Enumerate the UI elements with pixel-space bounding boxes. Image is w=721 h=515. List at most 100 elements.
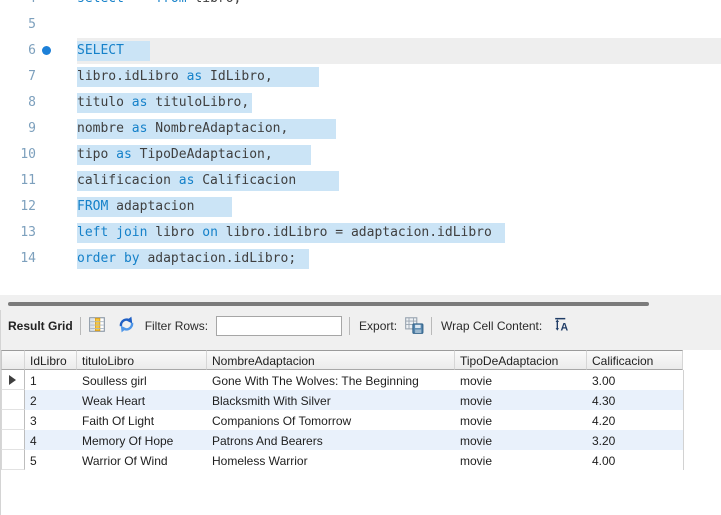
cell-TipoDeAdaptacion[interactable]: movie (455, 390, 587, 410)
result-grid-title: Result Grid (8, 319, 73, 333)
code-line-12[interactable]: 12FROM adaptacion (0, 194, 721, 220)
selected-text: SELECT (77, 41, 150, 61)
cell-tituloLibro[interactable]: Weak Heart (77, 390, 207, 410)
cell-IdLibro[interactable]: 3 (25, 410, 77, 430)
editor-gutter: 6 (0, 38, 55, 64)
code-line-6[interactable]: 6 SELECT (0, 38, 721, 64)
editor-gutter: 8 (0, 90, 55, 116)
line-number: 9 (0, 116, 36, 142)
code-line-5[interactable]: 5 (0, 12, 721, 38)
mysql-workbench-sql-editor-panel: 4select * from libro;56SELECT7libro.idLi… (0, 0, 721, 515)
cell-tituloLibro[interactable]: Warrior Of Wind (77, 450, 207, 470)
filter-rows-label: Filter Rows: (145, 319, 208, 333)
row-selector-cell[interactable] (1, 390, 25, 410)
cell-Calificacion[interactable]: 3.00 (587, 370, 683, 390)
code-line-14[interactable]: 14 order by adaptacion.idLibro; (0, 246, 721, 272)
code-lines: 4select * from libro;56 SELECT 7 libro.idLi… (0, 0, 721, 272)
code-line-13[interactable]: 13 left join libro on libro.idLibro = ada… (0, 220, 721, 246)
editor-gutter: 11 (0, 168, 55, 194)
toolbar-separator (431, 317, 432, 335)
svg-text:A: A (561, 321, 569, 333)
refresh-icon[interactable] (118, 316, 135, 336)
line-number: 10 (0, 142, 36, 168)
editor-gutter: 14 (0, 246, 55, 272)
toolbar-separator (349, 317, 350, 335)
selected-text: left join libro on libro.idLibro = adapt… (77, 223, 505, 243)
code-line-4[interactable]: 4select * from libro; (0, 0, 721, 12)
line-number: 11 (0, 168, 36, 194)
selected-text: order by adaptacion.idLibro; (77, 249, 309, 269)
filter-rows-input[interactable] (216, 316, 342, 336)
cell-Calificacion[interactable]: 4.20 (587, 410, 683, 430)
cell-NombreAdaptacion[interactable]: Companions Of Tomorrow (207, 410, 455, 430)
cell-IdLibro[interactable]: 1 (25, 370, 77, 390)
column-header-NombreAdaptacion[interactable]: NombreAdaptacion (207, 350, 455, 370)
code-line-7[interactable]: 7 libro.idLibro as IdLibro, (0, 64, 721, 90)
selected-text: libro.idLibro as IdLibro, (77, 67, 319, 87)
editor-gutter: 10 (0, 142, 55, 168)
cell-Calificacion[interactable]: 4.30 (587, 390, 683, 410)
code-line-10[interactable]: 10 tipo as TipoDeAdaptacion, (0, 142, 721, 168)
result-panel-header: Result Grid Filter Rows: (0, 295, 721, 350)
export-grid-save-icon[interactable] (404, 316, 424, 337)
cell-NombreAdaptacion[interactable]: Homeless Warrior (207, 450, 455, 470)
cell-TipoDeAdaptacion[interactable]: movie (455, 370, 587, 390)
table-row-2: 2Weak HeartBlacksmith With Silvermovie4.… (1, 390, 684, 410)
line-number: 14 (0, 246, 36, 272)
result-grid-body: 1Soulless girlGone With The Wolves: The … (1, 370, 684, 470)
panel-left-border (0, 310, 1, 515)
table-row-1: 1Soulless girlGone With The Wolves: The … (1, 370, 684, 390)
line-number: 5 (0, 12, 36, 38)
editor-gutter: 7 (0, 64, 55, 90)
cell-IdLibro[interactable]: 2 (25, 390, 77, 410)
cell-TipoDeAdaptacion[interactable]: movie (455, 450, 587, 470)
row-selector-cell[interactable] (1, 370, 25, 390)
row-selector-cell[interactable] (1, 450, 25, 470)
table-row-3: 3Faith Of LightCompanions Of Tomorrowmov… (1, 410, 684, 430)
result-grid-toolbar: Result Grid Filter Rows: (8, 312, 717, 340)
line-number: 13 (0, 220, 36, 246)
editor-results-splitter[interactable] (8, 302, 649, 306)
cell-NombreAdaptacion[interactable]: Blacksmith With Silver (207, 390, 455, 410)
selected-text: titulo as tituloLibro, (77, 93, 252, 113)
row-selector-cell[interactable] (1, 430, 25, 450)
result-grid-header-row: IdLibrotituloLibroNombreAdaptacionTipoDe… (1, 350, 684, 370)
line-number: 8 (0, 90, 36, 116)
selected-text: tipo as TipoDeAdaptacion, (77, 145, 311, 165)
column-header-IdLibro[interactable]: IdLibro (25, 350, 77, 370)
editor-gutter: 12 (0, 194, 55, 220)
cell-tituloLibro[interactable]: Soulless girl (77, 370, 207, 390)
cell-IdLibro[interactable]: 5 (25, 450, 77, 470)
row-selector-cell[interactable] (1, 410, 25, 430)
row-selector-header[interactable] (1, 350, 25, 370)
cell-NombreAdaptacion[interactable]: Patrons And Bearers (207, 430, 455, 450)
cell-IdLibro[interactable]: 4 (25, 430, 77, 450)
editor-gutter: 13 (0, 220, 55, 246)
selected-text: nombre as NombreAdaptacion, (77, 119, 336, 139)
line-number: 12 (0, 194, 36, 220)
cell-Calificacion[interactable]: 4.00 (587, 450, 683, 470)
column-header-tituloLibro[interactable]: tituloLibro (77, 350, 207, 370)
line-number: 4 (0, 0, 36, 12)
result-grid-table: IdLibrotituloLibroNombreAdaptacionTipoDe… (1, 350, 684, 470)
cell-tituloLibro[interactable]: Faith Of Light (77, 410, 207, 430)
result-grid-icon[interactable] (88, 316, 106, 336)
cell-Calificacion[interactable]: 3.20 (587, 430, 683, 450)
sql-editor[interactable]: 4select * from libro;56 SELECT 7 libro.idLi… (0, 0, 721, 295)
cell-TipoDeAdaptacion[interactable]: movie (455, 410, 587, 430)
cell-TipoDeAdaptacion[interactable]: movie (455, 430, 587, 450)
line-number: 7 (0, 64, 36, 90)
editor-gutter: 9 (0, 116, 55, 142)
code-line-11[interactable]: 11calificacion as Calificacion (0, 168, 721, 194)
cell-NombreAdaptacion[interactable]: Gone With The Wolves: The Beginning (207, 370, 455, 390)
code-line-9[interactable]: 9 nombre as NombreAdaptacion, (0, 116, 721, 142)
column-header-Calificacion[interactable]: Calificacion (587, 350, 683, 370)
wrap-cell-content-icon[interactable]: A (552, 316, 569, 336)
code-line-8[interactable]: 8 titulo as tituloLibro, (0, 90, 721, 116)
wrap-cell-content-label: Wrap Cell Content: (441, 319, 542, 333)
editor-gutter: 4 (0, 0, 55, 12)
column-header-TipoDeAdaptacion[interactable]: TipoDeAdaptacion (455, 350, 587, 370)
current-row-arrow-icon (9, 375, 16, 385)
line-number: 6 (0, 38, 36, 64)
cell-tituloLibro[interactable]: Memory Of Hope (77, 430, 207, 450)
